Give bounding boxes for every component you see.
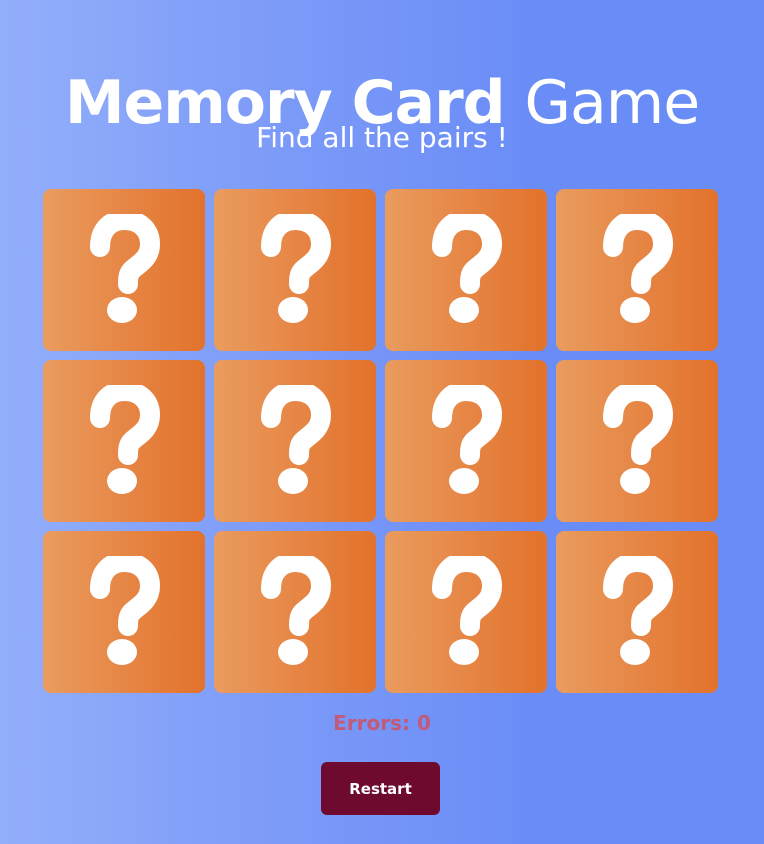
errors-counter: Errors: 0 [333,711,431,735]
memory-card[interactable] [556,189,718,351]
memory-card[interactable] [43,189,205,351]
memory-card[interactable] [385,531,547,693]
memory-card[interactable] [214,531,376,693]
question-mark-icon [603,556,674,665]
card-grid [43,189,719,693]
memory-card[interactable] [43,360,205,522]
question-mark-icon [90,214,161,323]
game-subtitle: Find all the pairs ! [256,121,508,154]
question-mark-icon [432,385,503,494]
memory-card[interactable] [43,531,205,693]
memory-card[interactable] [385,189,547,351]
question-mark-icon [261,214,332,323]
memory-card[interactable] [385,360,547,522]
question-mark-icon [432,556,503,665]
question-mark-icon [603,385,674,494]
memory-card[interactable] [214,360,376,522]
memory-card[interactable] [556,531,718,693]
memory-card[interactable] [214,189,376,351]
restart-button[interactable]: Restart [321,762,440,815]
question-mark-icon [261,385,332,494]
question-mark-icon [261,556,332,665]
question-mark-icon [90,556,161,665]
question-mark-icon [90,385,161,494]
question-mark-icon [432,214,503,323]
question-mark-icon [603,214,674,323]
memory-card[interactable] [556,360,718,522]
